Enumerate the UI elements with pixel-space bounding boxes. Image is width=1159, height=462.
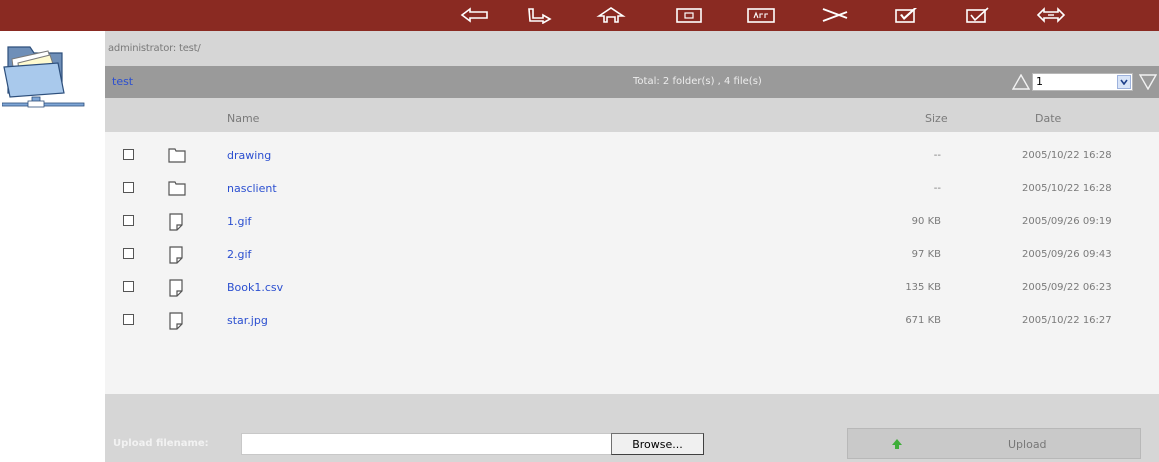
- column-date[interactable]: Date: [1035, 106, 1061, 132]
- file-date: 2005/09/26 09:19: [1022, 216, 1112, 227]
- file-size: 97 KB: [911, 249, 941, 260]
- up-arrow-icon: [892, 439, 902, 449]
- file-size: --: [933, 183, 941, 194]
- left-panel: [0, 31, 105, 462]
- list-item[interactable]: drawing -- 2005/10/22 16:28: [105, 139, 1159, 172]
- list-item[interactable]: 1.gif 90 KB 2005/09/26 09:19: [105, 205, 1159, 238]
- upload-filename-input[interactable]: [241, 433, 612, 455]
- list-item[interactable]: 2.gif 97 KB 2005/09/26 09:43: [105, 238, 1159, 271]
- file-browser: administrator: test/ test Total: 2 folde…: [105, 31, 1159, 462]
- file-size: 90 KB: [911, 216, 941, 227]
- upload-label: Upload filename:: [113, 438, 209, 449]
- file-size: 671 KB: [905, 315, 941, 326]
- page-select[interactable]: 1: [1032, 73, 1133, 91]
- refresh-arrows-icon[interactable]: [1031, 4, 1071, 26]
- row-checkbox[interactable]: [123, 248, 134, 259]
- file-date: 2005/09/22 06:23: [1022, 282, 1112, 293]
- file-date: 2005/10/22 16:28: [1022, 150, 1112, 161]
- file-date: 2005/10/22 16:27: [1022, 315, 1112, 326]
- check-select-icon[interactable]: [887, 4, 927, 26]
- next-page-icon[interactable]: [1139, 74, 1157, 90]
- current-folder-link[interactable]: test: [112, 66, 133, 98]
- folder-header: test Total: 2 folder(s) , 4 file(s) 1: [105, 66, 1159, 98]
- file-name-link[interactable]: Book1.csv: [227, 271, 283, 304]
- row-checkbox[interactable]: [123, 314, 134, 325]
- upload-button[interactable]: Upload: [847, 428, 1141, 459]
- file-name-link[interactable]: star.jpg: [227, 304, 268, 337]
- column-size[interactable]: Size: [925, 106, 948, 132]
- back-arrow-icon[interactable]: [455, 4, 495, 26]
- home-icon[interactable]: [591, 4, 631, 26]
- network-folder-icon: [2, 46, 85, 108]
- file-icon: [169, 246, 183, 264]
- list-item[interactable]: star.jpg 671 KB 2005/10/22 16:27: [105, 304, 1159, 337]
- chevron-down-icon[interactable]: [1117, 75, 1131, 89]
- page-select-value: 1: [1036, 75, 1043, 88]
- list-item[interactable]: nasclient -- 2005/10/22 16:28: [105, 172, 1159, 205]
- breadcrumb: administrator: test/: [108, 43, 201, 54]
- folder-icon: [168, 181, 186, 196]
- total-count: Total: 2 folder(s) , 4 file(s): [633, 76, 762, 87]
- new-folder-icon[interactable]: [669, 4, 709, 26]
- rename-icon[interactable]: [741, 4, 781, 26]
- forward-path-icon[interactable]: [520, 4, 560, 26]
- file-icon: [169, 213, 183, 231]
- row-checkbox[interactable]: [123, 149, 134, 160]
- file-name-link[interactable]: nasclient: [227, 172, 277, 205]
- file-icon: [169, 279, 183, 297]
- check-unselect-icon[interactable]: [958, 4, 998, 26]
- toolbar: [0, 0, 1159, 31]
- column-headers: Name Size Date: [105, 106, 1159, 132]
- file-list: drawing -- 2005/10/22 16:28 nasclient --…: [105, 132, 1159, 394]
- file-date: 2005/09/26 09:43: [1022, 249, 1112, 260]
- row-checkbox[interactable]: [123, 215, 134, 226]
- browse-button[interactable]: Browse...: [611, 433, 704, 455]
- file-name-link[interactable]: 1.gif: [227, 205, 251, 238]
- list-item[interactable]: Book1.csv 135 KB 2005/09/22 06:23: [105, 271, 1159, 304]
- column-name[interactable]: Name: [227, 106, 259, 132]
- previous-page-icon[interactable]: [1012, 74, 1030, 90]
- file-date: 2005/10/22 16:28: [1022, 183, 1112, 194]
- upload-button-label: Upload: [1008, 438, 1047, 451]
- cut-icon[interactable]: [815, 4, 855, 26]
- upload-bar: Upload filename: Browse... Upload: [105, 426, 1159, 462]
- file-name-link[interactable]: 2.gif: [227, 238, 251, 271]
- file-size: 135 KB: [905, 282, 941, 293]
- file-name-link[interactable]: drawing: [227, 139, 271, 172]
- file-icon: [169, 312, 183, 330]
- row-checkbox[interactable]: [123, 281, 134, 292]
- folder-icon: [168, 148, 186, 163]
- row-checkbox[interactable]: [123, 182, 134, 193]
- file-size: --: [933, 150, 941, 161]
